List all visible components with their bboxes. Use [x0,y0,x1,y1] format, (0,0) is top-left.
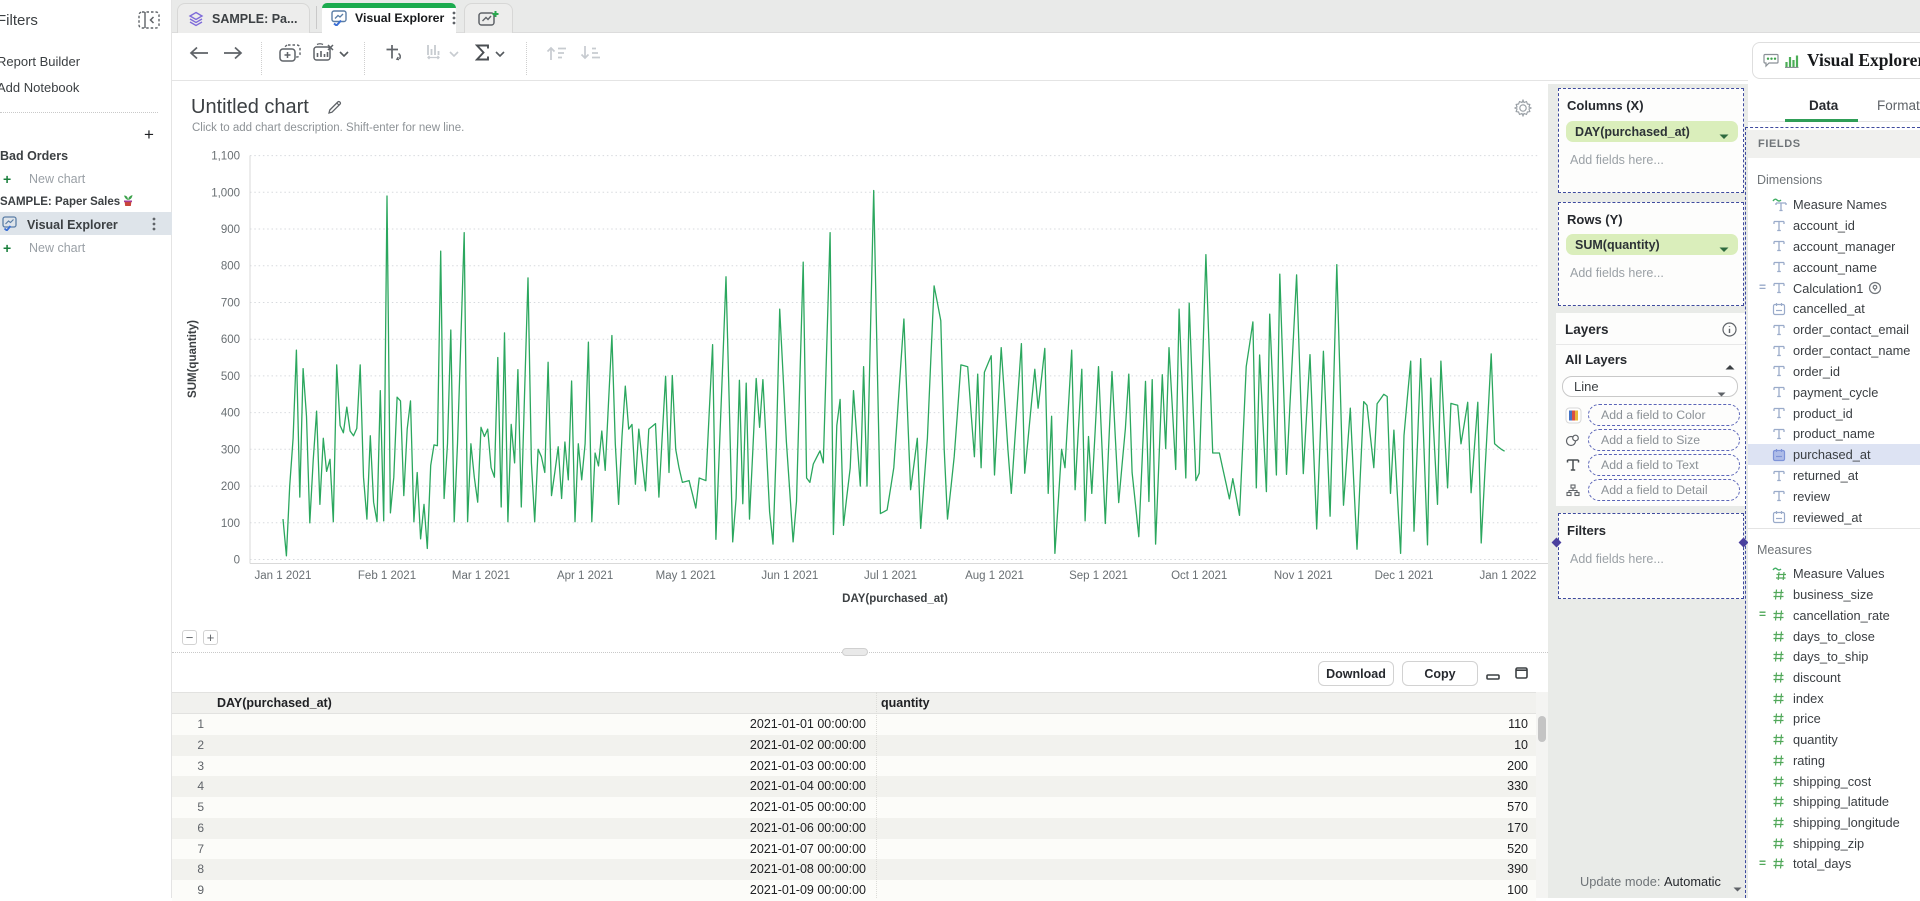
svg-text:Feb 1 2021: Feb 1 2021 [358,570,416,582]
svg-text:May 1 2021: May 1 2021 [656,570,716,582]
svg-text:400: 400 [221,408,240,420]
svg-text:DAY(purchased_at): DAY(purchased_at) [842,593,948,605]
svg-text:600: 600 [221,334,240,346]
svg-text:0: 0 [234,555,240,567]
svg-text:900: 900 [221,224,240,236]
svg-text:Jan 1 2021: Jan 1 2021 [255,570,312,582]
svg-text:Jan 1 2022: Jan 1 2022 [1480,570,1537,582]
svg-text:Oct 1 2021: Oct 1 2021 [1171,570,1227,582]
svg-text:Dec 1 2021: Dec 1 2021 [1375,570,1434,582]
svg-text:300: 300 [221,444,240,456]
svg-text:Jul 1 2021: Jul 1 2021 [864,570,917,582]
svg-text:1,100: 1,100 [211,151,240,163]
svg-text:700: 700 [221,298,240,310]
svg-text:Jun 1 2021: Jun 1 2021 [761,570,818,582]
svg-text:500: 500 [221,371,240,383]
svg-text:800: 800 [221,261,240,273]
svg-text:Sep 1 2021: Sep 1 2021 [1069,570,1128,582]
svg-text:Aug 1 2021: Aug 1 2021 [965,570,1024,582]
svg-text:Nov 1 2021: Nov 1 2021 [1274,570,1333,582]
svg-text:SUM(quantity): SUM(quantity) [187,320,199,398]
svg-text:100: 100 [221,518,240,530]
svg-text:1,000: 1,000 [211,187,240,199]
svg-text:200: 200 [221,481,240,493]
svg-text:Mar 1 2021: Mar 1 2021 [452,570,510,582]
svg-text:Apr 1 2021: Apr 1 2021 [557,570,613,582]
